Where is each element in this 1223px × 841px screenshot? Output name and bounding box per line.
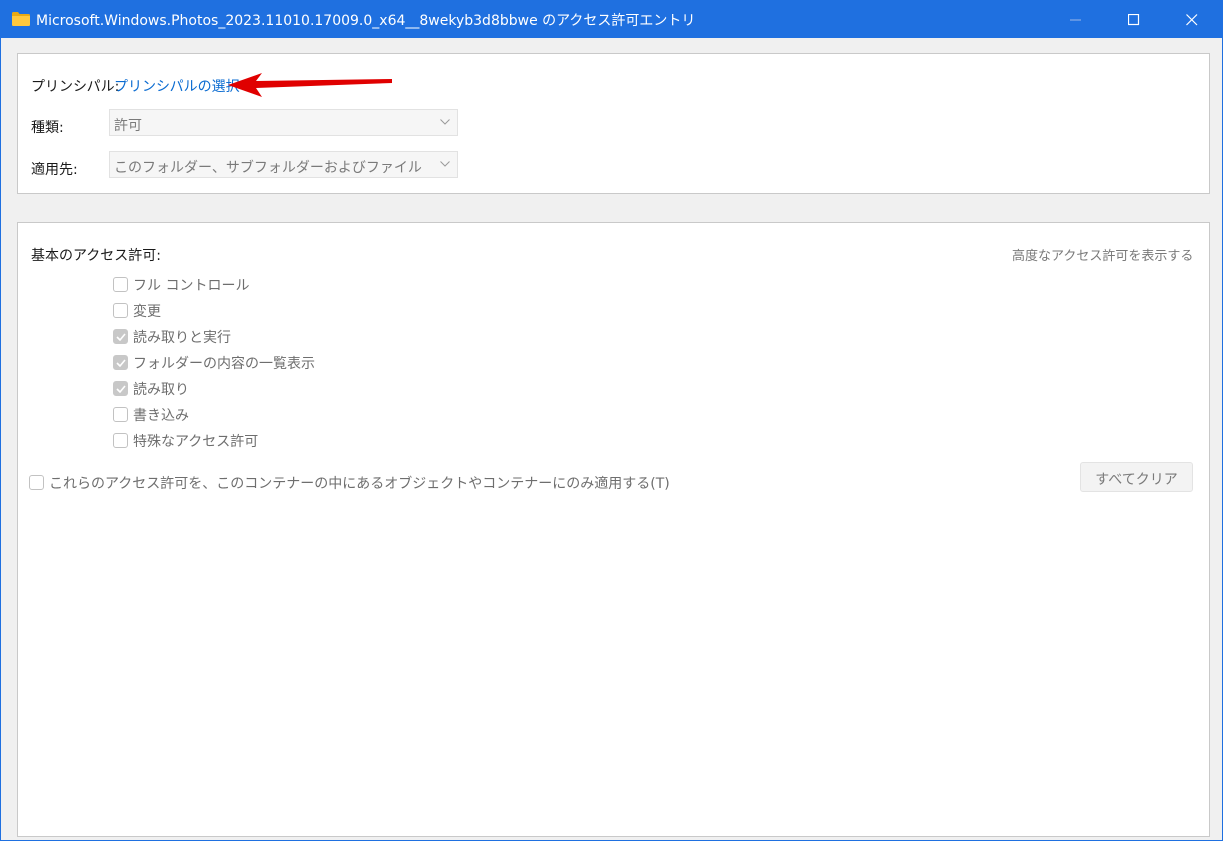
permission-label: 読み取り xyxy=(133,382,189,398)
permission-label: 読み取りと実行 xyxy=(133,330,231,346)
permission-checkbox[interactable] xyxy=(113,355,128,370)
permission-entry-window: Microsoft.Windows.Photos_2023.11010.1700… xyxy=(0,0,1223,841)
chevron-down-icon xyxy=(440,119,450,125)
minimize-button[interactable] xyxy=(1047,1,1105,38)
apply-only-container-checkbox[interactable] xyxy=(29,475,44,490)
minimize-icon xyxy=(1070,19,1081,21)
title-bar: Microsoft.Windows.Photos_2023.11010.1700… xyxy=(1,1,1222,38)
type-select[interactable]: 許可 xyxy=(109,109,458,136)
applies-to-label: 適用先: xyxy=(31,162,78,178)
maximize-icon xyxy=(1128,14,1140,26)
show-advanced-permissions-link[interactable]: 高度なアクセス許可を表示する xyxy=(1012,245,1193,264)
apply-only-container-label: これらのアクセス許可を、このコンテナーの中にあるオブジェクトやコンテナーにのみ適… xyxy=(49,476,670,492)
principal-label: プリンシパル: xyxy=(31,79,120,95)
close-icon xyxy=(1186,14,1198,26)
red-arrow-icon xyxy=(228,73,392,97)
applies-to-select[interactable]: このフォルダー、サブフォルダーおよびファイル xyxy=(109,151,458,178)
permission-label: フォルダーの内容の一覧表示 xyxy=(133,356,315,372)
permission-checkbox[interactable] xyxy=(113,381,128,396)
permission-checkbox[interactable] xyxy=(113,329,128,344)
permission-checkbox[interactable] xyxy=(113,433,128,448)
clear-all-button[interactable]: すべてクリア xyxy=(1080,462,1193,492)
checkmark-icon xyxy=(116,385,126,393)
type-select-value: 許可 xyxy=(114,118,142,134)
folder-icon xyxy=(12,12,30,26)
chevron-down-icon xyxy=(440,161,450,167)
permission-label: 変更 xyxy=(133,304,161,320)
permissions-section xyxy=(17,222,1210,837)
permission-label: 書き込み xyxy=(133,408,189,424)
permission-label: フル コントロール xyxy=(133,278,250,294)
maximize-button[interactable] xyxy=(1105,1,1163,38)
permission-checkbox[interactable] xyxy=(113,407,128,422)
close-button[interactable] xyxy=(1163,1,1221,38)
type-label: 種類: xyxy=(31,120,64,136)
applies-to-select-value: このフォルダー、サブフォルダーおよびファイル xyxy=(114,160,422,176)
permission-label: 特殊なアクセス許可 xyxy=(133,434,259,450)
select-principal-link[interactable]: プリンシパルの選択 xyxy=(114,76,240,96)
checkmark-icon xyxy=(116,359,126,367)
clear-all-button-label: すべてクリア xyxy=(1095,472,1178,488)
permission-checkbox[interactable] xyxy=(113,303,128,318)
checkmark-icon xyxy=(116,333,126,341)
basic-permissions-heading: 基本のアクセス許可: xyxy=(31,248,162,264)
window-title: Microsoft.Windows.Photos_2023.11010.1700… xyxy=(36,13,696,29)
permission-checkbox[interactable] xyxy=(113,277,128,292)
